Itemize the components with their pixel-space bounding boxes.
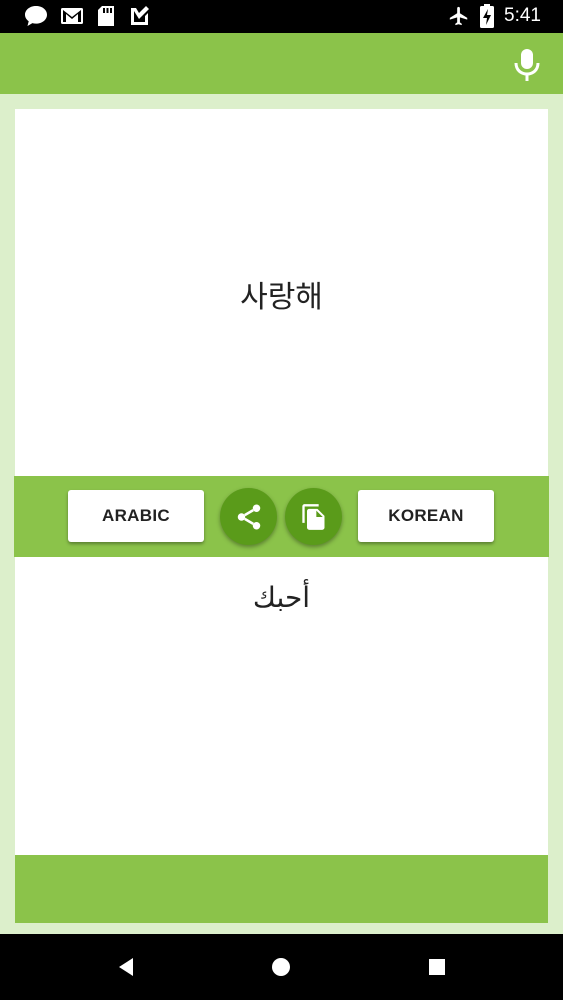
chat-bubble-icon bbox=[25, 6, 47, 26]
share-icon bbox=[237, 504, 260, 529]
mic-button[interactable] bbox=[511, 47, 543, 83]
footer-bar bbox=[15, 855, 548, 923]
share-button[interactable] bbox=[220, 488, 277, 545]
back-icon[interactable] bbox=[115, 956, 137, 978]
home-icon[interactable] bbox=[270, 956, 292, 978]
target-text-card[interactable]: أحبك bbox=[15, 557, 548, 855]
status-bar: 5:41 bbox=[0, 0, 563, 33]
airplane-icon bbox=[449, 6, 468, 26]
recents-icon[interactable] bbox=[426, 956, 448, 978]
mic-icon bbox=[514, 49, 540, 81]
target-language-button[interactable]: KOREAN bbox=[358, 490, 494, 542]
target-text: أحبك bbox=[252, 581, 311, 614]
source-text-card[interactable]: 사랑해 bbox=[15, 109, 548, 477]
app-bar bbox=[0, 33, 563, 94]
copy-button[interactable] bbox=[285, 488, 342, 545]
copy-icon bbox=[301, 503, 324, 530]
battery-icon bbox=[480, 4, 495, 28]
source-language-button[interactable]: ARABIC bbox=[68, 490, 204, 542]
gmail-icon bbox=[61, 8, 83, 24]
task-check-icon bbox=[131, 6, 149, 25]
status-clock: 5:41 bbox=[504, 5, 541, 26]
source-text: 사랑해 bbox=[240, 280, 323, 315]
navigation-bar bbox=[0, 934, 563, 1000]
language-toolbar: ARABIC KOREAN bbox=[14, 476, 549, 557]
sd-card-icon bbox=[98, 6, 114, 26]
